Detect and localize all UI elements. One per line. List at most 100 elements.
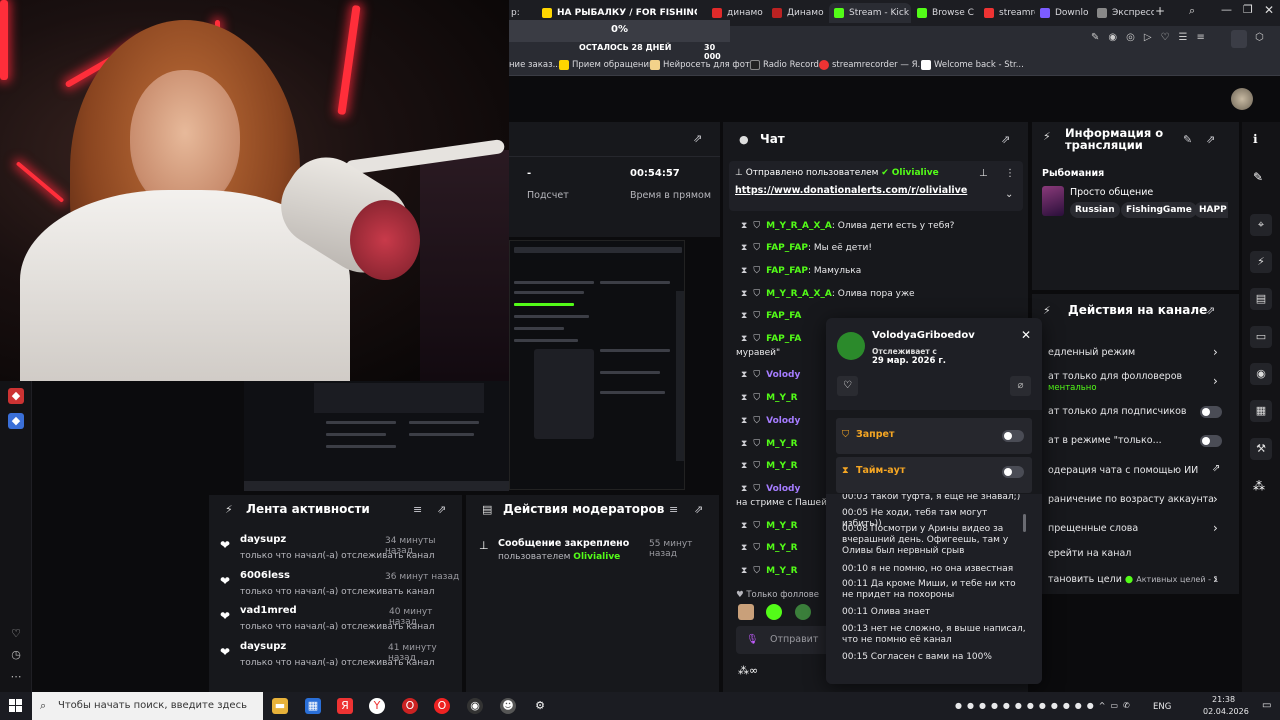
user-avatar[interactable] [1231,88,1253,110]
unpin-icon[interactable]: ⊥ [979,168,988,179]
tab[interactable]: Экспресс [1092,3,1154,23]
tab[interactable]: Downlo [1035,3,1091,23]
emote-icon[interactable] [738,604,754,620]
ban-row[interactable]: ⛉ Запрет [836,418,1032,454]
category-thumbnail[interactable] [1042,186,1064,216]
bookmark[interactable]: Welcome back - Str... [921,54,1024,76]
opera-icon[interactable]: O [402,698,418,714]
tab[interactable]: streamre [979,3,1035,23]
followers-only-action[interactable]: ат только для фолловеров [1048,371,1182,382]
clipboard-icon[interactable]: ▤ [1250,288,1272,310]
close-icon[interactable]: ✕ [1021,328,1031,342]
clock-time[interactable]: 21:38 [1212,695,1235,704]
tab[interactable]: Динамо [767,3,829,23]
tag[interactable]: FishingGame [1121,202,1197,218]
store-icon[interactable]: ▦ [305,698,321,714]
tag[interactable]: HAPP [1194,202,1228,218]
toolbar-icons[interactable]: ✎◉◎▷♡☰≡ [1091,32,1214,43]
stream-preview[interactable] [509,240,685,490]
heart-icon[interactable]: ♡ [837,376,858,396]
timeout-toggle[interactable] [1002,466,1024,478]
chat-input[interactable]: 🎙 Отправит [736,626,836,654]
maximize-icon[interactable]: ❐ [1243,3,1253,16]
opera-gx-icon[interactable]: O [434,698,450,714]
chevron-right-icon[interactable]: › [1213,345,1218,359]
chat-message[interactable]: ⧗ ⛉ M_Y_R [741,566,798,580]
chat-message[interactable]: ⧗ ⛉ M_Y_R [741,461,798,475]
emoji-icon[interactable] [795,604,811,620]
kick-emote-icon[interactable] [766,604,782,620]
yandex-browser-icon[interactable]: Y [369,698,385,714]
subscribers-only-toggle[interactable] [1200,406,1222,418]
chat-message[interactable]: ⧗ ⛉ Volody [741,484,800,498]
bolt-icon[interactable]: ⚡ [1250,251,1272,273]
windows-start-icon[interactable] [9,699,23,713]
layout-icon[interactable]: ▦ [1250,400,1272,422]
ban-toggle[interactable] [1002,430,1024,442]
search-icon[interactable]: ⌕ [1189,4,1195,18]
app-icon[interactable]: ◆ [8,388,24,404]
chat-message[interactable]: ⧗ ⛉ M_Y_R [741,439,798,453]
popout-icon[interactable]: ⇗ [694,503,703,516]
clock-icon[interactable]: ◷ [8,647,24,663]
emote-only-action[interactable]: ат в режиме "только... [1048,435,1162,446]
stream-preview-small[interactable] [244,381,509,491]
scrollbar[interactable] [1023,514,1026,532]
heart-icon[interactable]: ♡ [8,626,24,642]
popout-icon[interactable]: ⇗ [1206,304,1215,317]
file-explorer-icon[interactable]: ▬ [272,698,288,714]
taskbar-search-input[interactable]: ⌕ Чтобы начать поиск, введите здесь запр… [32,692,263,720]
more-icon[interactable]: ⋯ [8,669,24,685]
chevron-right-icon[interactable]: › [1213,492,1218,506]
popout-icon[interactable]: ⇗ [1206,133,1215,146]
broadcast-icon[interactable]: ◉ [1250,363,1272,385]
chevron-down-icon[interactable]: ⌄ [1005,189,1013,200]
chat-message[interactable]: ⧗ ⛉ FAP_FAP: Мы её дети! [741,243,872,257]
settings-icon[interactable]: ⁂∞ [738,664,758,677]
chevron-right-icon[interactable]: › [1213,572,1218,586]
edit-icon[interactable]: ✎ [1183,133,1192,146]
chat-message[interactable]: ⧗ ⛉ FAP_FA [741,334,801,348]
pencil-icon[interactable]: ✎ [1253,170,1263,184]
banned-words-action[interactable]: прещенные слова [1048,523,1138,534]
ai-moderation-action[interactable]: одерация чата с помощью ИИ [1048,465,1198,476]
popout-icon[interactable]: ⇗ [1001,133,1010,146]
tray-icons[interactable]: ●●●●●●●●●●●●^▭✆ [955,701,1135,710]
app-icon[interactable]: ☻ [500,698,516,714]
chat-bubble-icon[interactable]: ▭ [1250,326,1272,348]
filter-icon[interactable]: ≡ [413,503,422,516]
dots-icon[interactable]: ⁂ [1253,479,1265,493]
capture-icon[interactable]: ⌖ [1250,214,1272,236]
chevron-right-icon[interactable]: › [1213,374,1218,388]
extensions-icon[interactable]: ⬡ [1255,32,1264,43]
chat-message[interactable]: ⧗ ⛉ M_Y_R [741,393,798,407]
mute-icon[interactable]: ⌀ [1010,376,1031,396]
chat-message[interactable]: ⧗ ⛉ M_Y_R [741,543,798,557]
chevron-right-icon[interactable]: › [1213,521,1218,535]
bookmark[interactable]: streamrecorder — Я... [819,54,926,76]
filter-icon[interactable]: ≡ [669,503,678,516]
close-icon[interactable]: ✕ [1264,3,1274,17]
chat-message[interactable]: ⧗ ⛉ FAP_FAP: Мамулька [741,266,861,280]
popout-icon[interactable]: ⇗ [693,132,702,145]
chat-message[interactable]: ⧗ ⛉ M_Y_R_A_X_A: Олива пора уже [741,289,915,303]
chat-message[interactable]: ⧗ ⛉ FAP_FA [741,311,801,325]
app-icon[interactable]: ◆ [8,413,24,429]
language-indicator[interactable]: ENG [1153,702,1171,712]
wrench-icon[interactable]: ⚒ [1250,438,1272,460]
external-link-icon[interactable]: ⇗ [1212,463,1220,474]
info-icon[interactable]: ℹ [1253,132,1258,146]
pinned-link[interactable]: https://www.donationalerts.com/r/olivial… [735,185,967,196]
chat-message[interactable]: ⧗ ⛉ Volody [741,370,800,384]
go-to-channel-action[interactable]: ерейти на канал [1048,548,1131,559]
minimize-icon[interactable]: — [1221,3,1232,16]
chat-message[interactable]: ⧗ ⛉ Volody [741,416,800,430]
yandex-icon[interactable]: Я [337,698,353,714]
more-icon[interactable]: ⋮ [1005,168,1015,179]
bookmark[interactable]: Radio Record [750,54,819,76]
timeout-row[interactable]: ⧗ Тайм-аут [836,457,1032,493]
pinned-message[interactable]: ⊥ Отправлено пользователем ✔ Olivialive … [729,161,1023,211]
notifications-icon[interactable]: ▭ [1262,700,1271,711]
chat-message[interactable]: ⧗ ⛉ M_Y_R_A_X_A: Олива дети есть у тебя? [741,221,954,235]
set-goals-action[interactable]: тановить цели ● Активных целей - 1 [1048,574,1219,585]
